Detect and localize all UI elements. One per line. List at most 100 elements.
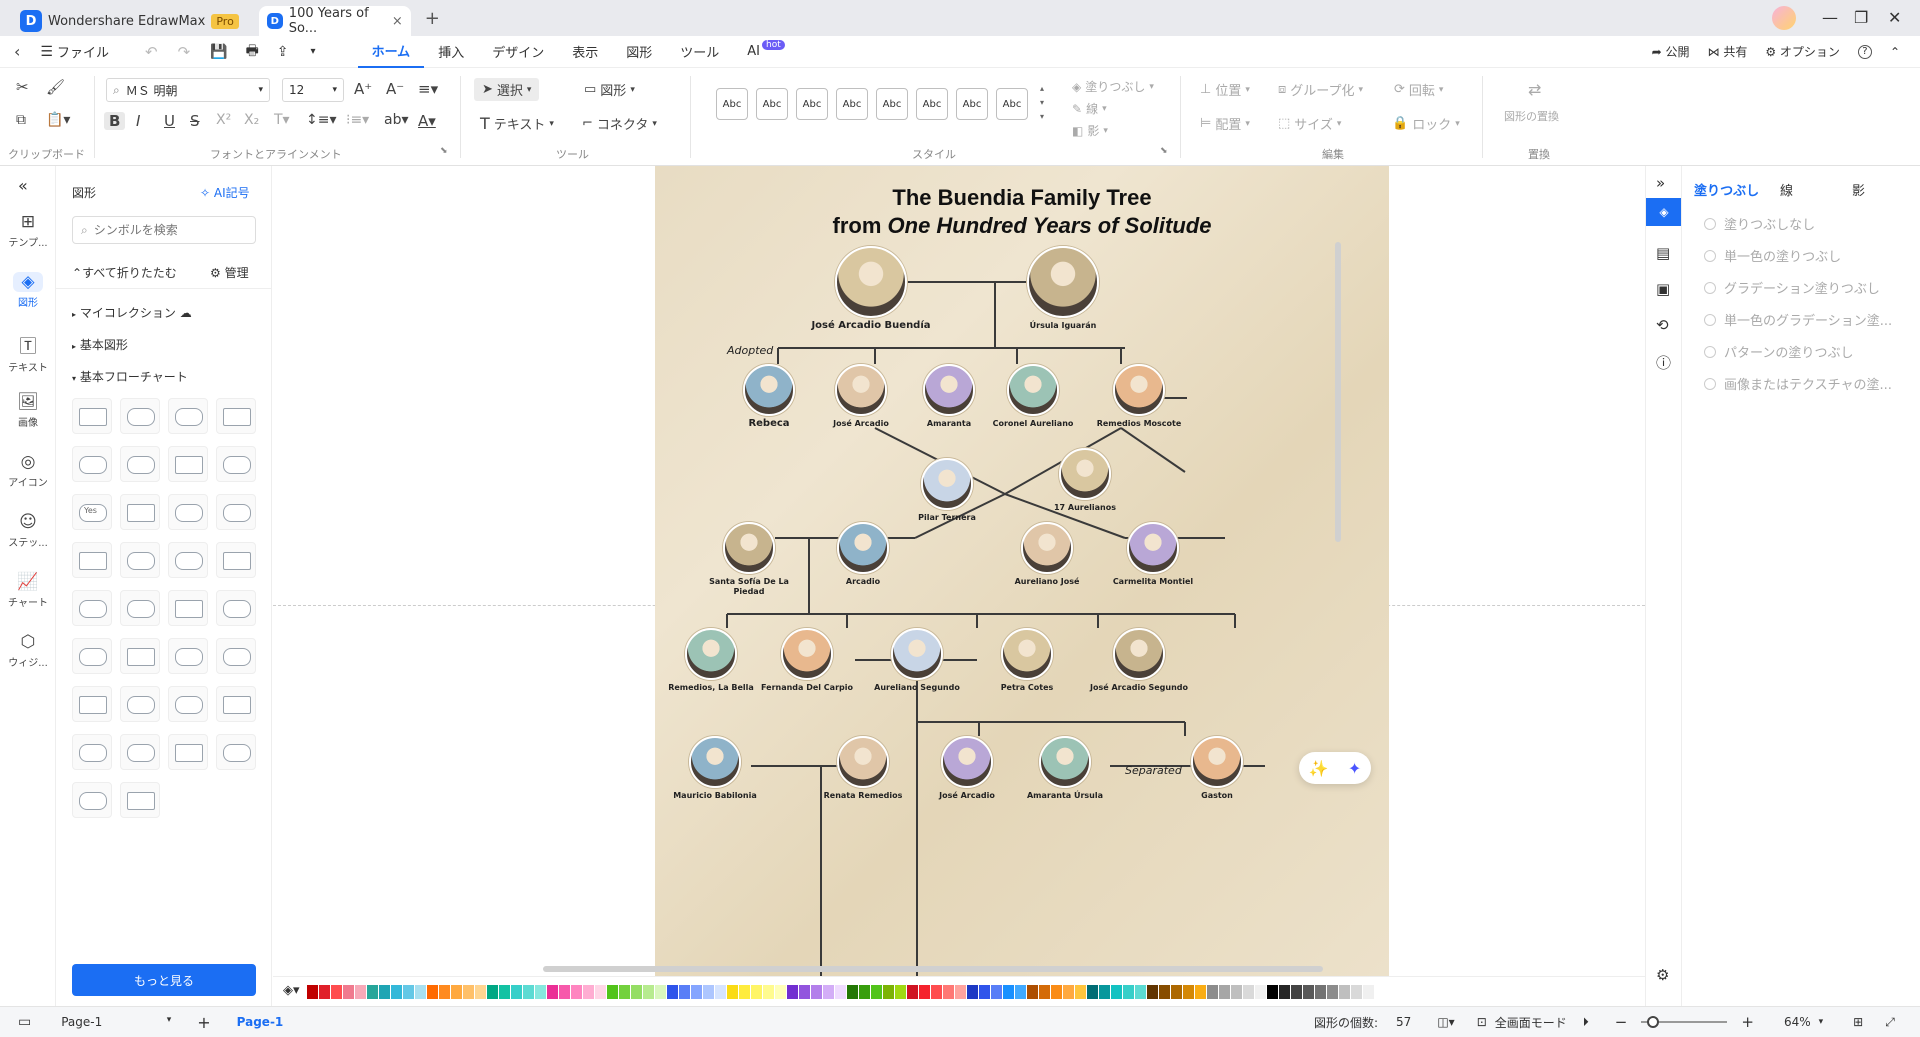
fill-texture-option[interactable]: 画像またはテクスチャの塗... <box>1704 374 1892 393</box>
person-jab[interactable]: José Arcadio Buendía <box>811 246 931 331</box>
avatar[interactable] <box>1772 6 1796 30</box>
color-swatch[interactable] <box>883 985 894 999</box>
color-swatch[interactable] <box>799 985 810 999</box>
horizontal-scrollbar[interactable] <box>543 966 1323 972</box>
color-swatch[interactable] <box>979 985 990 999</box>
rail-templates[interactable]: ⊞ テンプ... <box>0 212 56 249</box>
fit-icon[interactable]: ⊡ <box>1477 1015 1487 1029</box>
zoom-value[interactable]: 64% <box>1784 1015 1811 1029</box>
color-swatch[interactable] <box>967 985 978 999</box>
rail-stickers[interactable]: ☺ ステッ... <box>0 512 56 549</box>
decrease-font-icon[interactable]: A⁻ <box>386 80 404 98</box>
paste-icon[interactable]: 📋▾ <box>46 112 70 128</box>
color-swatch[interactable] <box>643 985 654 999</box>
color-swatch[interactable] <box>823 985 834 999</box>
fit-page-icon[interactable]: ⊞ <box>1853 1015 1863 1029</box>
color-swatch[interactable] <box>1099 985 1110 999</box>
color-swatch[interactable] <box>703 985 714 999</box>
page-properties-icon[interactable]: ▤ <box>1656 244 1670 262</box>
bullet-list-icon[interactable]: ⁝≡▾ <box>346 112 369 128</box>
color-swatch[interactable] <box>1063 985 1074 999</box>
person-rebeca[interactable]: Rebeca <box>719 364 819 429</box>
page-select[interactable]: Page-1 ▾ <box>61 1015 171 1029</box>
person-aur17[interactable]: 17 Aurelianos <box>1035 448 1135 513</box>
document-tab[interactable]: D 100 Years of So... × <box>258 6 411 36</box>
text-style-icon[interactable]: ab▾ <box>384 112 409 128</box>
color-swatch[interactable] <box>487 985 498 999</box>
color-swatch[interactable] <box>1243 985 1254 999</box>
color-swatch[interactable] <box>763 985 774 999</box>
minimize-icon[interactable]: — <box>1822 8 1838 27</box>
color-swatch[interactable] <box>319 985 330 999</box>
flowchart-shape-brace-right[interactable] <box>120 782 160 818</box>
fill-button[interactable]: ◈ 塗りつぶし ▾ <box>1072 78 1154 95</box>
expand-icon[interactable]: ⤢ <box>1885 1015 1895 1030</box>
page-layout-icon[interactable]: ▭ <box>18 1014 31 1030</box>
superscript-icon[interactable]: X² <box>216 112 231 128</box>
italic-icon[interactable]: I <box>136 112 140 130</box>
color-swatch[interactable] <box>631 985 642 999</box>
style-swatch[interactable]: Abc <box>716 88 748 120</box>
color-swatch[interactable] <box>775 985 786 999</box>
shape-tool[interactable]: ▭ 図形 ▾ <box>584 80 635 99</box>
color-swatch[interactable] <box>523 985 534 999</box>
color-swatch[interactable] <box>547 985 558 999</box>
color-swatch[interactable] <box>463 985 474 999</box>
color-swatch[interactable] <box>1207 985 1218 999</box>
flowchart-shape-brace-left[interactable] <box>72 782 112 818</box>
person-renata[interactable]: Renata Remedios <box>813 736 913 801</box>
color-swatch[interactable] <box>1087 985 1098 999</box>
color-swatch[interactable] <box>859 985 870 999</box>
fill-solid-option[interactable]: 単一色の塗りつぶし <box>1704 246 1841 265</box>
basic-shapes-section[interactable]: ▸ 基本図形 <box>72 336 128 353</box>
undo-icon[interactable]: ↶ <box>145 43 158 61</box>
zoom-slider[interactable] <box>1641 1016 1728 1028</box>
magic-wand-icon[interactable]: ✨ <box>1309 759 1329 778</box>
more-icon[interactable]: ▾ <box>311 46 316 57</box>
color-swatch[interactable] <box>1171 985 1182 999</box>
color-swatch[interactable] <box>943 985 954 999</box>
strikethrough-icon[interactable]: S <box>190 112 200 130</box>
person-remedios_m[interactable]: Remedios Moscote <box>1089 364 1189 429</box>
color-swatch[interactable] <box>403 985 414 999</box>
format-painter-icon[interactable]: 🖌 <box>46 78 65 96</box>
fill-properties-icon[interactable]: ◈ <box>1646 198 1682 226</box>
zoom-out-button[interactable]: − <box>1615 1013 1628 1031</box>
diagram-page[interactable]: The Buendia Family Tree from One Hundred… <box>655 166 1389 976</box>
color-swatch[interactable] <box>1195 985 1206 999</box>
close-tab-icon[interactable]: × <box>392 14 403 29</box>
font-dialog-launcher-icon[interactable]: ⬊ <box>440 146 448 156</box>
fill-pattern-option[interactable]: パターンの塗りつぶし <box>1704 342 1853 361</box>
replace-shape-button[interactable]: 図形の置換 <box>1504 108 1559 124</box>
ai-assistant-pill[interactable]: ✨ ✦ <box>1299 752 1371 784</box>
color-swatch[interactable] <box>955 985 966 999</box>
color-swatch[interactable] <box>451 985 462 999</box>
person-ja[interactable]: José Arcadio <box>811 364 911 429</box>
style-swatch[interactable]: Abc <box>796 88 828 120</box>
color-swatch[interactable] <box>1291 985 1302 999</box>
line-button[interactable]: ✎ 線 ▾ <box>1072 100 1107 117</box>
person-fernanda[interactable]: Fernanda Del Carpio <box>757 628 857 693</box>
tab-view[interactable]: 表示 <box>558 36 612 68</box>
lock-button[interactable]: 🔒 ロック ▾ <box>1392 114 1460 133</box>
color-swatch[interactable] <box>895 985 906 999</box>
color-swatch[interactable] <box>1159 985 1170 999</box>
rail-charts[interactable]: 📈 チャート <box>0 572 56 609</box>
page-tab[interactable]: Page-1 <box>237 1015 284 1029</box>
position-button[interactable]: ⊥ 位置 ▾ <box>1200 80 1250 99</box>
person-pilar[interactable]: Pilar Ternera <box>897 458 997 523</box>
person-coronel[interactable]: Coronel Aureliano <box>983 364 1083 429</box>
color-swatch[interactable] <box>475 985 486 999</box>
tab-shadow[interactable]: 影 <box>1852 180 1865 199</box>
color-swatch[interactable] <box>1039 985 1050 999</box>
color-swatch[interactable] <box>1327 985 1338 999</box>
style-swatch[interactable]: Abc <box>916 88 948 120</box>
cut-icon[interactable]: ✂ <box>16 78 29 96</box>
color-swatch[interactable] <box>571 985 582 999</box>
basic-flowchart-section[interactable]: ▾ 基本フローチャート <box>72 368 188 385</box>
color-swatch[interactable] <box>1003 985 1014 999</box>
flowchart-shape-start-end[interactable] <box>120 446 160 482</box>
window-close-icon[interactable]: ✕ <box>1888 8 1901 27</box>
app-tab[interactable]: D Wondershare EdrawMax Pro <box>12 6 247 36</box>
my-collection-section[interactable]: ▸ マイコレクション ☁ <box>72 304 192 321</box>
